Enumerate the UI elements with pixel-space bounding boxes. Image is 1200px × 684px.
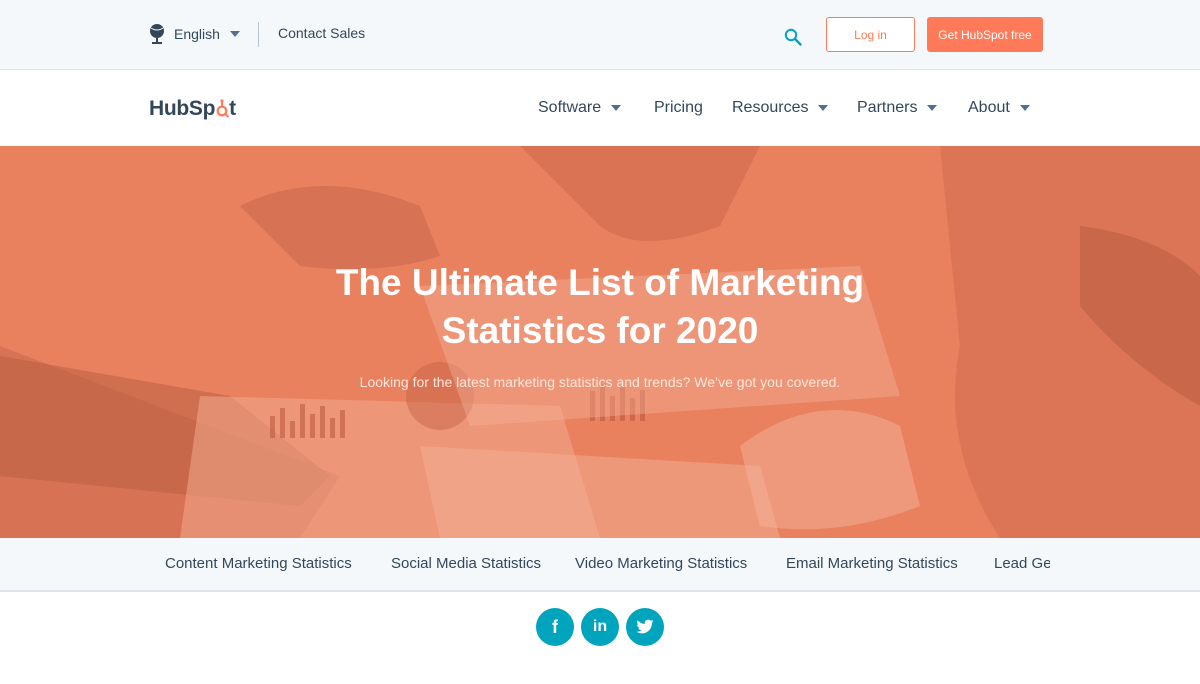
page-title-line-2: Statistics for 2020 — [441, 310, 759, 351]
language-selector[interactable]: English — [148, 22, 240, 46]
linkedin-icon: in — [592, 618, 608, 635]
chevron-down-icon — [1019, 105, 1030, 111]
nav-label: Pricing — [654, 99, 703, 116]
nav-about[interactable]: About — [968, 97, 1030, 119]
get-hubspot-free-button[interactable]: Get HubSpot free — [927, 17, 1043, 52]
chevron-down-icon — [611, 105, 622, 111]
nav-partners[interactable]: Partners — [857, 97, 938, 119]
nav-pricing[interactable]: Pricing — [654, 97, 703, 119]
hero-banner: The Ultimate List of Marketing Statistic… — [0, 146, 1200, 538]
search-icon[interactable] — [784, 28, 802, 46]
subnav-track[interactable]: Content Marketing Statistics Social Medi… — [0, 538, 1050, 590]
page-subtitle: Looking for the latest marketing statist… — [359, 374, 841, 390]
nav-label: Resources — [732, 99, 809, 116]
login-button[interactable]: Log in — [826, 17, 915, 52]
page-title-line-1: The Ultimate List of Marketing — [335, 262, 865, 303]
nav-software[interactable]: Software — [538, 97, 622, 119]
language-label: English — [174, 26, 220, 42]
nav-label: Partners — [857, 99, 918, 116]
main-nav: HubSp t Software Pricing Resources Partn… — [0, 71, 1200, 146]
twitter-share-button[interactable] — [626, 608, 664, 646]
nav-resources[interactable]: Resources — [732, 97, 829, 119]
subnav-content-marketing[interactable]: Content Marketing Statistics — [165, 555, 352, 572]
facebook-share-button[interactable]: f — [536, 608, 574, 646]
twitter-icon — [636, 619, 654, 634]
nav-label: Software — [538, 99, 602, 116]
nav-label: About — [968, 99, 1010, 116]
utility-bar: English Contact Sales Log in Get HubSpot… — [0, 0, 1200, 70]
subnav-email-marketing[interactable]: Email Marketing Statistics — [786, 555, 958, 572]
subnav-social-media[interactable]: Social Media Statistics — [391, 555, 541, 572]
globe-icon — [150, 24, 164, 44]
divider — [258, 22, 259, 47]
page-title: The Ultimate List of Marketing Statistic… — [250, 259, 950, 355]
sprocket-icon — [216, 99, 230, 118]
hubspot-logo[interactable]: HubSp t — [149, 96, 236, 122]
logo-text-right: t — [229, 97, 236, 120]
chevron-down-icon — [229, 31, 240, 37]
facebook-icon: f — [552, 616, 558, 637]
subnav-lead-generation[interactable]: Lead Generation Statistics — [994, 555, 1050, 572]
statistics-subnav: Content Marketing Statistics Social Medi… — [0, 538, 1200, 592]
chevron-down-icon — [927, 105, 938, 111]
chevron-down-icon — [818, 105, 829, 111]
linkedin-share-button[interactable]: in — [581, 608, 619, 646]
logo-text-left: HubSp — [149, 97, 216, 120]
subnav-video-marketing[interactable]: Video Marketing Statistics — [575, 555, 747, 572]
contact-sales-link[interactable]: Contact Sales — [278, 25, 365, 41]
